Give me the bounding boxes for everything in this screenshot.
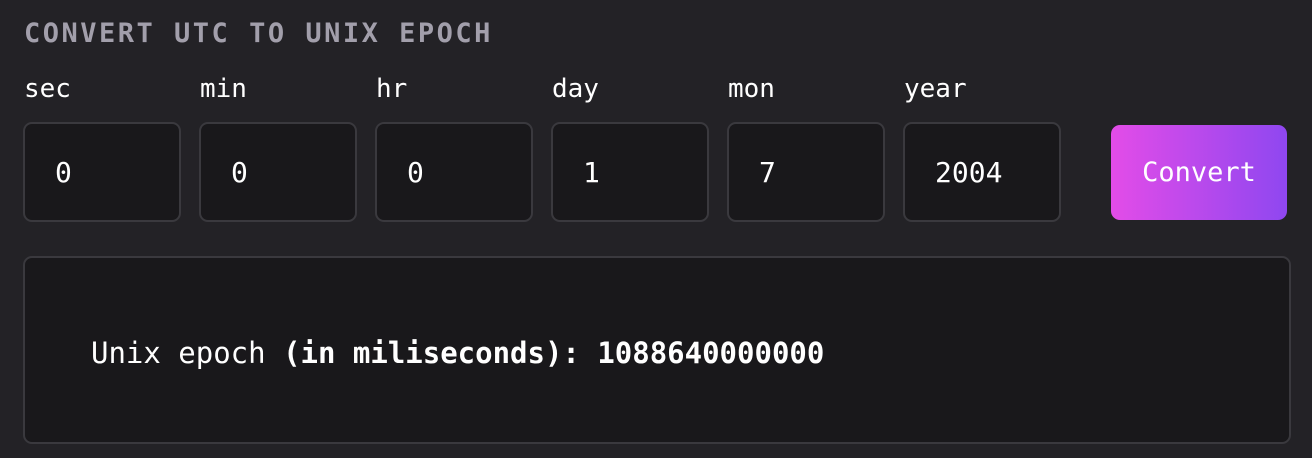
day-input[interactable]: [551, 122, 709, 222]
year-input[interactable]: [903, 122, 1061, 222]
min-label: min: [200, 74, 247, 104]
mon-label: mon: [728, 74, 775, 104]
sec-label: sec: [24, 74, 71, 104]
year-label: year: [904, 74, 967, 104]
hr-label: hr: [376, 74, 408, 104]
result-panel: Unix epoch (in miliseconds): 10886400000…: [23, 256, 1291, 444]
result-prefix: Unix epoch: [91, 336, 284, 370]
result-value: 1088640000000: [597, 336, 825, 370]
min-input[interactable]: [199, 122, 357, 222]
result-unit: (in miliseconds):: [283, 336, 598, 370]
convert-button[interactable]: Convert: [1111, 125, 1287, 220]
day-label: day: [552, 74, 599, 104]
hr-input[interactable]: [375, 122, 533, 222]
result-text: Unix epoch (in miliseconds): 10886400000…: [91, 336, 824, 370]
page-title: CONVERT UTC TO UNIX EPOCH: [24, 18, 493, 49]
sec-input[interactable]: [23, 122, 181, 222]
mon-input[interactable]: [727, 122, 885, 222]
